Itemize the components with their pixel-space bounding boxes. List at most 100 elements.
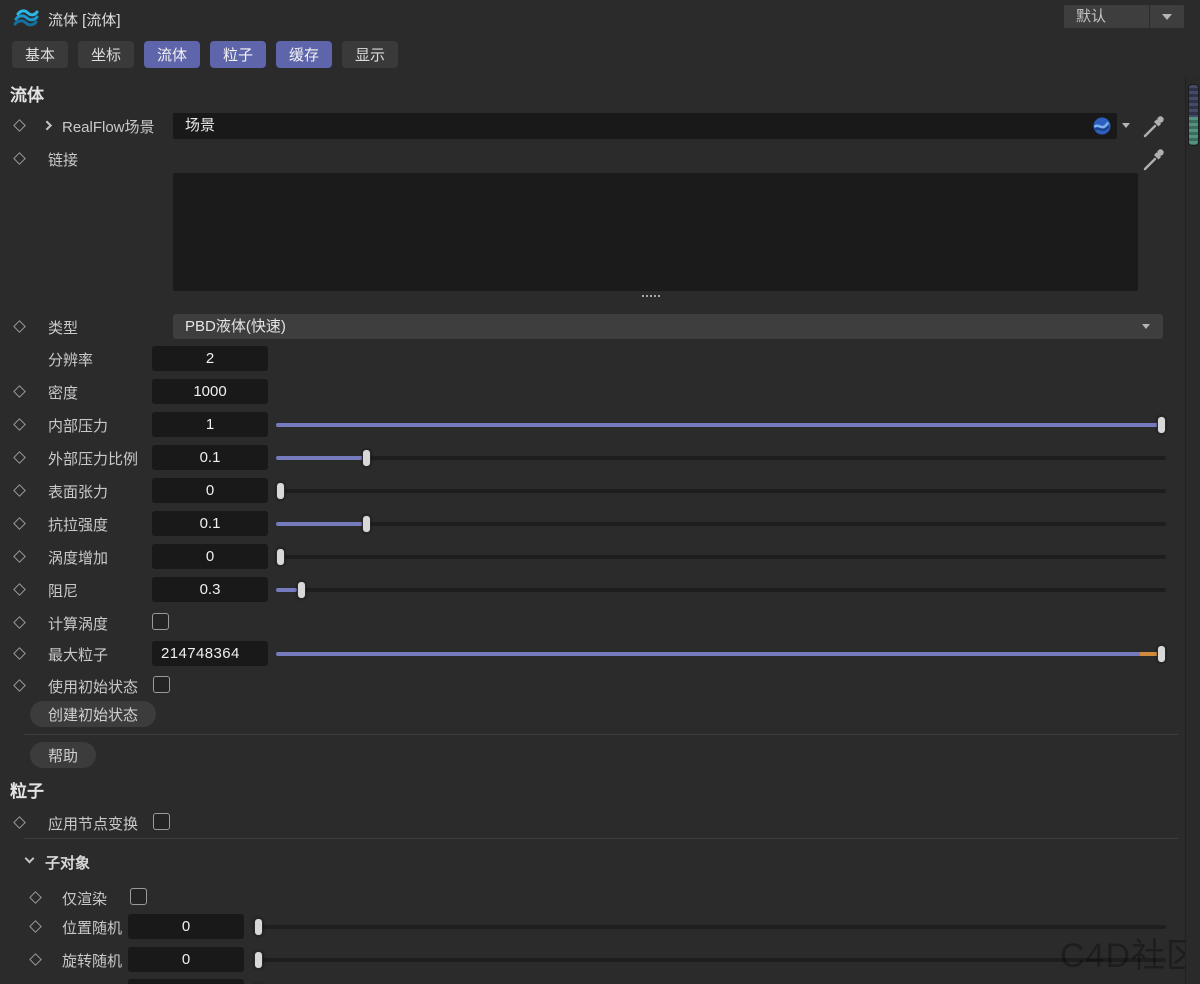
param-diamond-icon[interactable] [13, 320, 26, 333]
param-label: 内部压力 [48, 415, 108, 436]
use-initial-state-checkbox[interactable] [153, 676, 170, 693]
param-diamond-icon[interactable] [29, 891, 42, 904]
preset-dropdown[interactable]: 默认 [1064, 5, 1184, 28]
scene-dropdown-arrow-icon[interactable] [1122, 123, 1130, 128]
surface-tension-slider[interactable] [276, 478, 1166, 504]
expand-chevron-icon[interactable] [42, 121, 52, 131]
param-diamond-icon[interactable] [13, 647, 26, 660]
chevron-down-icon [1142, 324, 1150, 329]
tab-display[interactable]: 显示 [342, 41, 398, 68]
slider-handle[interactable] [276, 548, 285, 566]
slider-handle[interactable] [1157, 416, 1166, 434]
resolution-input[interactable]: 2 [152, 346, 268, 371]
param-diamond-icon[interactable] [13, 616, 26, 629]
scrollbar-thumb[interactable] [1188, 84, 1199, 146]
watermark: C4D社区 [1060, 928, 1200, 977]
slider-track [276, 588, 1166, 592]
preset-arrow-button[interactable] [1150, 5, 1184, 28]
rotation-random-slider[interactable] [254, 947, 1166, 973]
external-pressure-scale-slider[interactable] [276, 445, 1166, 471]
slider-track [276, 456, 1166, 460]
row-position-random: 位置随机 0 [0, 914, 1200, 940]
section-header-particles: 粒子 [10, 777, 44, 802]
row-render-only: 仅渲染 [0, 885, 1200, 911]
preset-value[interactable]: 默认 [1064, 5, 1150, 28]
scene-link-field[interactable]: 场景 [173, 113, 1117, 139]
internal-pressure-slider[interactable] [276, 412, 1166, 438]
param-diamond-icon[interactable] [13, 385, 26, 398]
damping-slider[interactable] [276, 577, 1166, 603]
row-vorticity-boost: 涡度增加 0 [0, 544, 1200, 570]
row-surface-tension: 表面张力 0 [0, 478, 1200, 504]
slider-track [254, 958, 1166, 962]
position-random-slider[interactable] [254, 914, 1166, 940]
vertical-scrollbar[interactable] [1185, 76, 1200, 984]
param-diamond-icon[interactable] [13, 119, 26, 132]
density-input[interactable]: 1000 [152, 379, 268, 404]
type-dropdown-value: PBD液体(快速) [185, 318, 286, 335]
param-diamond-icon[interactable] [29, 920, 42, 933]
param-label: 涡度增加 [48, 547, 108, 568]
slider-track [254, 925, 1166, 929]
eyedropper-icon[interactable] [1141, 113, 1167, 139]
slider-limit-marker [1140, 652, 1158, 656]
param-diamond-icon[interactable] [13, 679, 26, 692]
row-internal-pressure: 内部压力 1 [0, 412, 1200, 438]
max-particles-slider[interactable] [276, 641, 1166, 667]
internal-pressure-input[interactable]: 1 [152, 412, 268, 437]
slider-handle[interactable] [254, 918, 263, 936]
vorticity-boost-slider[interactable] [276, 544, 1166, 570]
compute-vorticity-checkbox[interactable] [152, 613, 169, 630]
type-dropdown[interactable]: PBD液体(快速) [173, 314, 1163, 339]
param-diamond-icon[interactable] [13, 418, 26, 431]
panel-title: 流体 [流体] [48, 9, 121, 30]
max-particles-input[interactable]: 214748364 [152, 641, 268, 666]
help-button[interactable]: 帮助 [30, 742, 96, 768]
tab-cache[interactable]: 缓存 [276, 41, 332, 68]
create-initial-state-button[interactable]: 创建初始状态 [30, 701, 156, 727]
tab-particles[interactable]: 粒子 [210, 41, 266, 68]
param-diamond-icon[interactable] [13, 550, 26, 563]
position-random-input[interactable]: 0 [128, 914, 244, 939]
render-only-checkbox[interactable] [130, 888, 147, 905]
slider-fill [276, 652, 1166, 656]
slider-handle[interactable] [276, 482, 285, 500]
param-diamond-icon[interactable] [13, 484, 26, 497]
clipped-input[interactable] [128, 979, 244, 984]
eyedropper-icon[interactable] [1141, 146, 1167, 172]
slider-fill [276, 456, 363, 460]
clipped-slider[interactable] [254, 979, 1166, 984]
param-diamond-icon[interactable] [13, 816, 26, 829]
row-realflow-scene: RealFlow场景 场景 [0, 113, 1200, 139]
apply-node-transform-checkbox[interactable] [153, 813, 170, 830]
slider-handle[interactable] [254, 951, 263, 969]
vorticity-boost-input[interactable]: 0 [152, 544, 268, 569]
tensile-strength-slider[interactable] [276, 511, 1166, 537]
section-header-fluid: 流体 [10, 81, 44, 106]
external-pressure-scale-input[interactable]: 0.1 [152, 445, 268, 470]
param-diamond-icon[interactable] [13, 517, 26, 530]
slider-track [276, 555, 1166, 559]
resize-grip-icon[interactable] [642, 295, 660, 297]
tab-basic[interactable]: 基本 [12, 41, 68, 68]
group-header-subobject[interactable]: 子对象 [0, 849, 1200, 875]
slider-handle[interactable] [362, 449, 371, 467]
surface-tension-input[interactable]: 0 [152, 478, 268, 503]
param-label: 最大粒子 [48, 644, 108, 665]
param-diamond-icon[interactable] [13, 152, 26, 165]
slider-handle[interactable] [297, 581, 306, 599]
collapse-chevron-icon[interactable] [25, 854, 35, 864]
tab-coordinates[interactable]: 坐标 [78, 41, 134, 68]
slider-handle[interactable] [1157, 645, 1166, 663]
damping-input[interactable]: 0.3 [152, 577, 268, 602]
link-list-box[interactable] [173, 173, 1138, 291]
slider-handle[interactable] [362, 515, 371, 533]
rotation-random-input[interactable]: 0 [128, 947, 244, 972]
tensile-strength-input[interactable]: 0.1 [152, 511, 268, 536]
tab-fluid[interactable]: 流体 [144, 41, 200, 68]
row-link: 链接 [0, 146, 1200, 172]
param-diamond-icon[interactable] [13, 451, 26, 464]
param-diamond-icon[interactable] [13, 583, 26, 596]
row-compute-vorticity: 计算涡度 [0, 610, 1200, 636]
param-diamond-icon[interactable] [29, 953, 42, 966]
